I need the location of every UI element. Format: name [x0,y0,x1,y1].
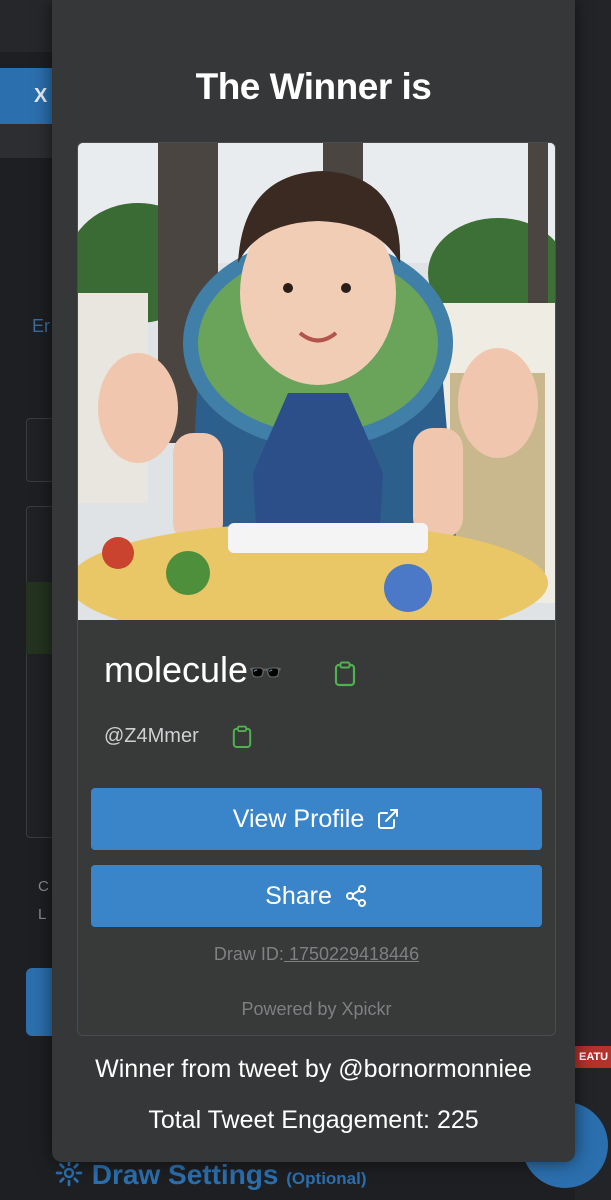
background-tab: X [0,68,60,124]
background-right-edge [575,0,611,1200]
view-profile-button[interactable]: View Profile [91,788,542,850]
draw-id-label: Draw ID: [213,944,284,964]
external-link-icon [378,809,399,829]
winner-card: molecule🕶️ @Z4Mmer View Profile Share Dr… [77,142,556,1036]
winner-tweet-source: Winner from tweet by @bornormonniee [95,1055,532,1083]
winner-handle: @Z4Mmer [104,725,199,747]
copy-name-clipboard-icon[interactable] [334,661,356,687]
background-draw-settings-heading: Draw Settings (Optional) [54,1158,367,1191]
share-label: Share [265,881,332,910]
view-profile-label: View Profile [232,804,365,833]
background-badge: EATU [575,1046,611,1068]
gear-icon [55,1159,83,1187]
winner-name-text: molecule [104,649,249,690]
share-icon [345,885,366,907]
background-text: Er [32,316,50,336]
powered-by-text: Powered by Xpickr [241,999,392,1019]
draw-id: Draw ID: 1750229418446 [78,944,555,965]
winner-display-name: molecule🕶️ [104,649,283,691]
modal-title: The Winner is [195,66,432,107]
tweet-engagement: Total Tweet Engagement: 225 [148,1106,479,1134]
draw-settings-optional: (Optional) [286,1169,367,1188]
draw-id-link[interactable]: 1750229418446 [284,944,419,964]
background-text: C [38,878,49,895]
winner-profile-photo [78,143,555,620]
copy-handle-clipboard-icon[interactable] [232,725,252,749]
draw-settings-title: Draw Settings [91,1159,279,1190]
share-button[interactable]: Share [91,865,542,927]
winner-modal: The Winner is molecule🕶️ @Z4Mmer View Pr… [52,0,575,1162]
background-text: L [38,906,47,923]
sunglasses-emoji: 🕶️ [248,657,283,688]
